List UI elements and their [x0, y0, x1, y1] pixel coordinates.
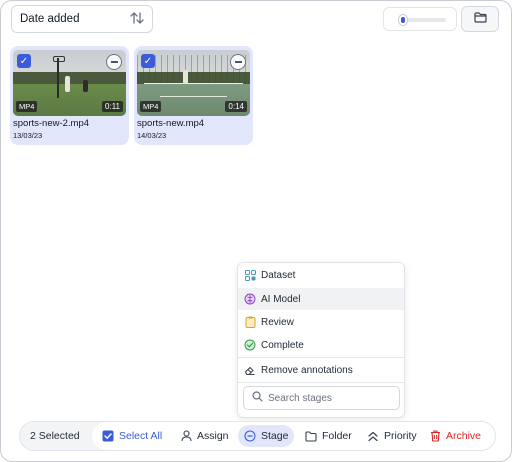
duration-badge: 0:11 [102, 101, 123, 112]
file-date: 14/03/23 [137, 131, 167, 140]
file-name: sports-new-2.mp4 [13, 118, 90, 129]
complete-icon [244, 339, 256, 351]
video-card[interactable]: ✓ MP4 0:11 sports-new-2.mp4 13/03/23 [10, 46, 129, 145]
menu-item-label: Review [261, 316, 294, 328]
review-icon [244, 316, 256, 328]
search-stages-input[interactable] [268, 392, 388, 404]
video-thumbnail[interactable]: ✓ MP4 0:11 [13, 50, 126, 116]
video-card[interactable]: ✓ MP4 0:14 sports-new.mp4 14/03/23 [134, 46, 253, 145]
folder-view-button[interactable] [461, 6, 499, 32]
stage-option-review[interactable]: Review [238, 311, 404, 333]
priority-label: Priority [384, 430, 417, 442]
eraser-icon [244, 364, 256, 376]
select-all-button[interactable]: Select All [96, 425, 168, 447]
selected-checkbox[interactable]: ✓ [141, 54, 155, 68]
selected-checkbox[interactable]: ✓ [17, 54, 31, 68]
archive-label: Archive [446, 430, 482, 442]
folder-button[interactable]: Folder [299, 425, 358, 447]
format-badge: MP4 [16, 101, 38, 112]
sort-dropdown[interactable]: Date added [11, 5, 153, 33]
stage-menu: Dataset AI Model Review Complete Remove [237, 262, 405, 418]
format-badge: MP4 [140, 101, 162, 112]
stage-label: Stage [261, 430, 289, 442]
duration-badge: 0:14 [225, 101, 247, 112]
stage-search-box[interactable] [243, 386, 400, 410]
priority-button[interactable]: Priority [361, 425, 423, 447]
menu-item-label: Complete [261, 339, 304, 351]
deselect-icon[interactable] [106, 54, 122, 70]
folder-icon [473, 10, 487, 28]
trash-icon [430, 430, 441, 442]
stage-option-dataset[interactable]: Dataset [238, 264, 404, 286]
select-all-label: Select All [119, 430, 163, 442]
assign-label: Assign [197, 430, 229, 442]
search-icon [252, 391, 263, 405]
menu-item-label: Remove annotations [261, 364, 353, 376]
file-name: sports-new.mp4 [137, 118, 205, 129]
ai-model-icon [244, 293, 256, 305]
stage-option-complete[interactable]: Complete [238, 334, 404, 356]
user-icon [181, 430, 192, 442]
stage-button[interactable]: Stage [238, 425, 295, 447]
video-thumbnail[interactable]: ✓ MP4 0:14 [137, 50, 250, 116]
priority-icon [367, 431, 379, 442]
sort-label: Date added [20, 13, 80, 25]
dataset-icon [244, 269, 256, 281]
zoom-handle[interactable] [399, 15, 408, 25]
stage-option-ai-model[interactable]: AI Model [238, 288, 404, 310]
menu-item-label: Dataset [261, 269, 296, 281]
stage-icon [244, 430, 256, 442]
folder-label: Folder [322, 430, 352, 442]
assign-button[interactable]: Assign [175, 425, 235, 447]
app-window: Date added ✓ MP4 0:11 sports-new-2.mp4 1… [0, 0, 512, 462]
menu-divider [238, 382, 404, 383]
file-date: 13/03/23 [13, 131, 43, 140]
zoom-slider[interactable] [383, 7, 457, 31]
menu-divider [238, 357, 404, 358]
menu-item-label: AI Model [261, 293, 301, 305]
bulk-action-bar: 2 Selected Select All Assign Stage Folde… [19, 421, 496, 451]
folder-icon [305, 430, 317, 442]
archive-button[interactable]: Archive [424, 425, 487, 447]
bulk-actions: Select All Assign Stage Folder Priority … [92, 422, 495, 450]
deselect-icon[interactable] [230, 54, 246, 70]
sort-order-icon[interactable] [130, 11, 144, 27]
checkbox-icon [102, 430, 114, 442]
remove-annotations-option[interactable]: Remove annotations [238, 359, 404, 381]
selected-count: 2 Selected [30, 430, 80, 442]
